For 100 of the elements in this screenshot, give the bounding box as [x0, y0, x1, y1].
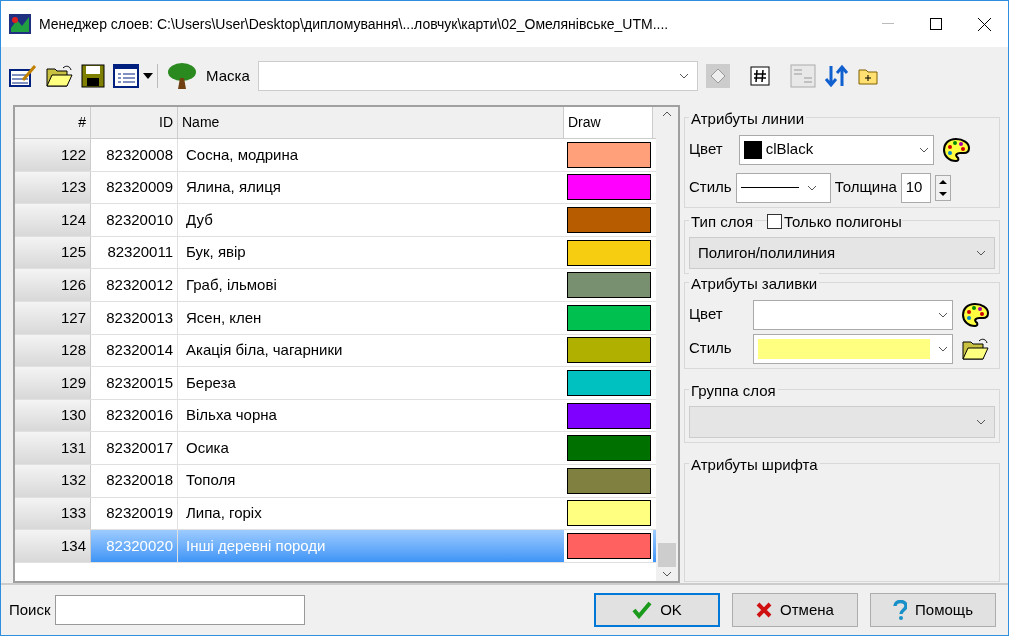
palette-icon[interactable] — [941, 136, 970, 163]
dropdown-caret-icon — [806, 184, 817, 191]
mask-label: Маска — [206, 65, 250, 86]
line-color-dropdown[interactable]: clBlack — [738, 134, 934, 165]
row-number-cell: 124 — [15, 204, 91, 236]
scroll-up-icon[interactable] — [662, 111, 672, 117]
table-row[interactable]: 131 82320017 Осика — [15, 432, 656, 465]
question-icon — [893, 600, 908, 620]
scroll-down-icon[interactable] — [662, 571, 672, 577]
minimize-icon — [882, 23, 894, 25]
name-cell-text: Бук, явір — [185, 242, 247, 263]
dropdown-caret-icon — [976, 419, 986, 425]
row-number-cell: 131 — [15, 432, 91, 464]
id-cell: 82320017 — [91, 432, 178, 464]
name-cell-text: Інші деревні породи — [185, 535, 327, 556]
app-icon — [9, 14, 31, 34]
row-number-cell: 129 — [15, 367, 91, 399]
table-row[interactable]: 134 82320020 Інші деревні породи — [15, 530, 656, 563]
name-cell-text: Сосна, модрина — [185, 144, 300, 165]
row-number-cell: 127 — [15, 301, 91, 334]
id-cell: 82320010 — [91, 204, 178, 236]
solid-line-icon — [740, 186, 799, 189]
column-header[interactable]: # — [15, 107, 91, 138]
table-row[interactable]: 126 82320012 Граб, ільмові — [15, 269, 656, 302]
close-icon — [977, 17, 991, 31]
check-icon — [632, 601, 653, 619]
table-row[interactable]: 129 82320015 Береза — [15, 367, 656, 400]
table-row[interactable]: 130 82320016 Вільха чорна — [15, 399, 656, 433]
dropdown-caret-icon — [918, 146, 929, 153]
id-cell: 82320013 — [91, 301, 178, 334]
column-header[interactable]: ID — [91, 107, 178, 138]
name-cell-text: Граб, ільмові — [185, 274, 278, 295]
table-row[interactable]: 132 82320018 Тополя — [15, 464, 656, 498]
row-number-cell: 125 — [15, 236, 91, 269]
spin-buttons[interactable] — [934, 174, 951, 201]
search-label: Поиск — [9, 599, 51, 620]
id-cell: 82320020 — [91, 530, 178, 562]
search-field[interactable] — [54, 595, 305, 625]
color-label: Цвет — [689, 304, 724, 325]
table-row[interactable]: 123 82320009 Ялина, ялиця — [15, 171, 656, 205]
id-cell: 82320015 — [91, 367, 178, 399]
row-number-cell: 122 — [15, 139, 91, 171]
row-number-cell: 123 — [15, 171, 91, 204]
help-button[interactable]: Помощь — [870, 593, 996, 627]
id-cell: 82320018 — [91, 464, 178, 497]
sort-arrows-icon[interactable] — [823, 64, 850, 88]
edit-table-icon[interactable] — [9, 64, 37, 88]
row-number-cell: 128 — [15, 334, 91, 367]
new-folder-icon[interactable] — [857, 67, 878, 85]
row-number-cell: 130 — [15, 399, 91, 432]
column-header[interactable]: Draw — [564, 107, 653, 138]
scroll-thumb[interactable] — [658, 543, 676, 567]
table-row[interactable]: 125 82320011 Бук, явір — [15, 236, 656, 270]
id-cell: 82320011 — [91, 236, 178, 269]
fill-color-dropdown[interactable] — [753, 299, 953, 330]
row-number-cell: 133 — [15, 497, 91, 530]
id-cell: 82320012 — [91, 269, 178, 301]
id-cell: 82320009 — [91, 171, 178, 204]
dropdown-caret-icon — [678, 73, 689, 79]
table-row[interactable]: 122 82320008 Сосна, модрина — [15, 139, 656, 172]
table-row[interactable]: 128 82320014 Акація біла, чагарники — [15, 334, 656, 368]
list-window-icon[interactable] — [113, 64, 139, 88]
name-cell-text: Тополя — [185, 470, 237, 491]
row-number-cell: 126 — [15, 269, 91, 301]
style-label: Стиль — [689, 338, 733, 359]
window-title: Менеджер слоев: C:\Users\User\Desktop\дипломування\...ловчук\карти\02_Омелянівське_UTM.... — [39, 14, 669, 34]
palette-icon[interactable] — [961, 301, 989, 328]
checkbox-label: Только полигоны — [784, 211, 902, 232]
id-cell: 82320016 — [91, 399, 178, 432]
id-cell: 82320008 — [91, 139, 178, 171]
layer-type-dropdown[interactable]: Полигон/полилиния — [689, 237, 995, 269]
name-cell-text: Дуб — [185, 209, 214, 230]
open-folder-icon[interactable] — [45, 64, 73, 88]
dropdown-arrow-icon[interactable] — [143, 73, 153, 79]
name-cell-text: Акація біла, чагарники — [185, 340, 344, 361]
thickness-field[interactable]: 10 — [900, 172, 931, 203]
hash-icon[interactable] — [749, 66, 770, 86]
name-cell-text: Береза — [185, 372, 237, 393]
name-cell-text: Ясен, клен — [185, 307, 263, 328]
row-number-cell: 132 — [15, 464, 91, 497]
cancel-button[interactable]: Отмена — [732, 593, 858, 627]
open-folder-icon[interactable] — [961, 336, 989, 361]
checkbox[interactable] — [767, 214, 783, 230]
color-label: Цвет — [689, 139, 723, 160]
maximize-icon — [930, 18, 942, 30]
row-number-cell: 134 — [15, 530, 91, 562]
mask-field[interactable] — [257, 61, 698, 91]
table-row[interactable]: 124 82320010 Дуб — [15, 204, 656, 237]
cross-icon — [756, 602, 773, 618]
id-cell: 82320019 — [91, 497, 178, 530]
thickness-label: Толщина — [834, 177, 897, 198]
ok-button[interactable]: OK — [594, 593, 720, 627]
table-row[interactable]: 127 82320013 Ясен, клен — [15, 301, 656, 335]
dropdown-caret-icon — [938, 311, 948, 318]
save-icon[interactable] — [81, 64, 105, 88]
line-style-dropdown[interactable] — [735, 172, 831, 203]
dropdown-caret-icon — [976, 250, 986, 256]
dropdown-caret-icon — [938, 345, 948, 352]
scrollbar[interactable] — [656, 107, 678, 581]
tree-icon[interactable] — [166, 62, 198, 90]
